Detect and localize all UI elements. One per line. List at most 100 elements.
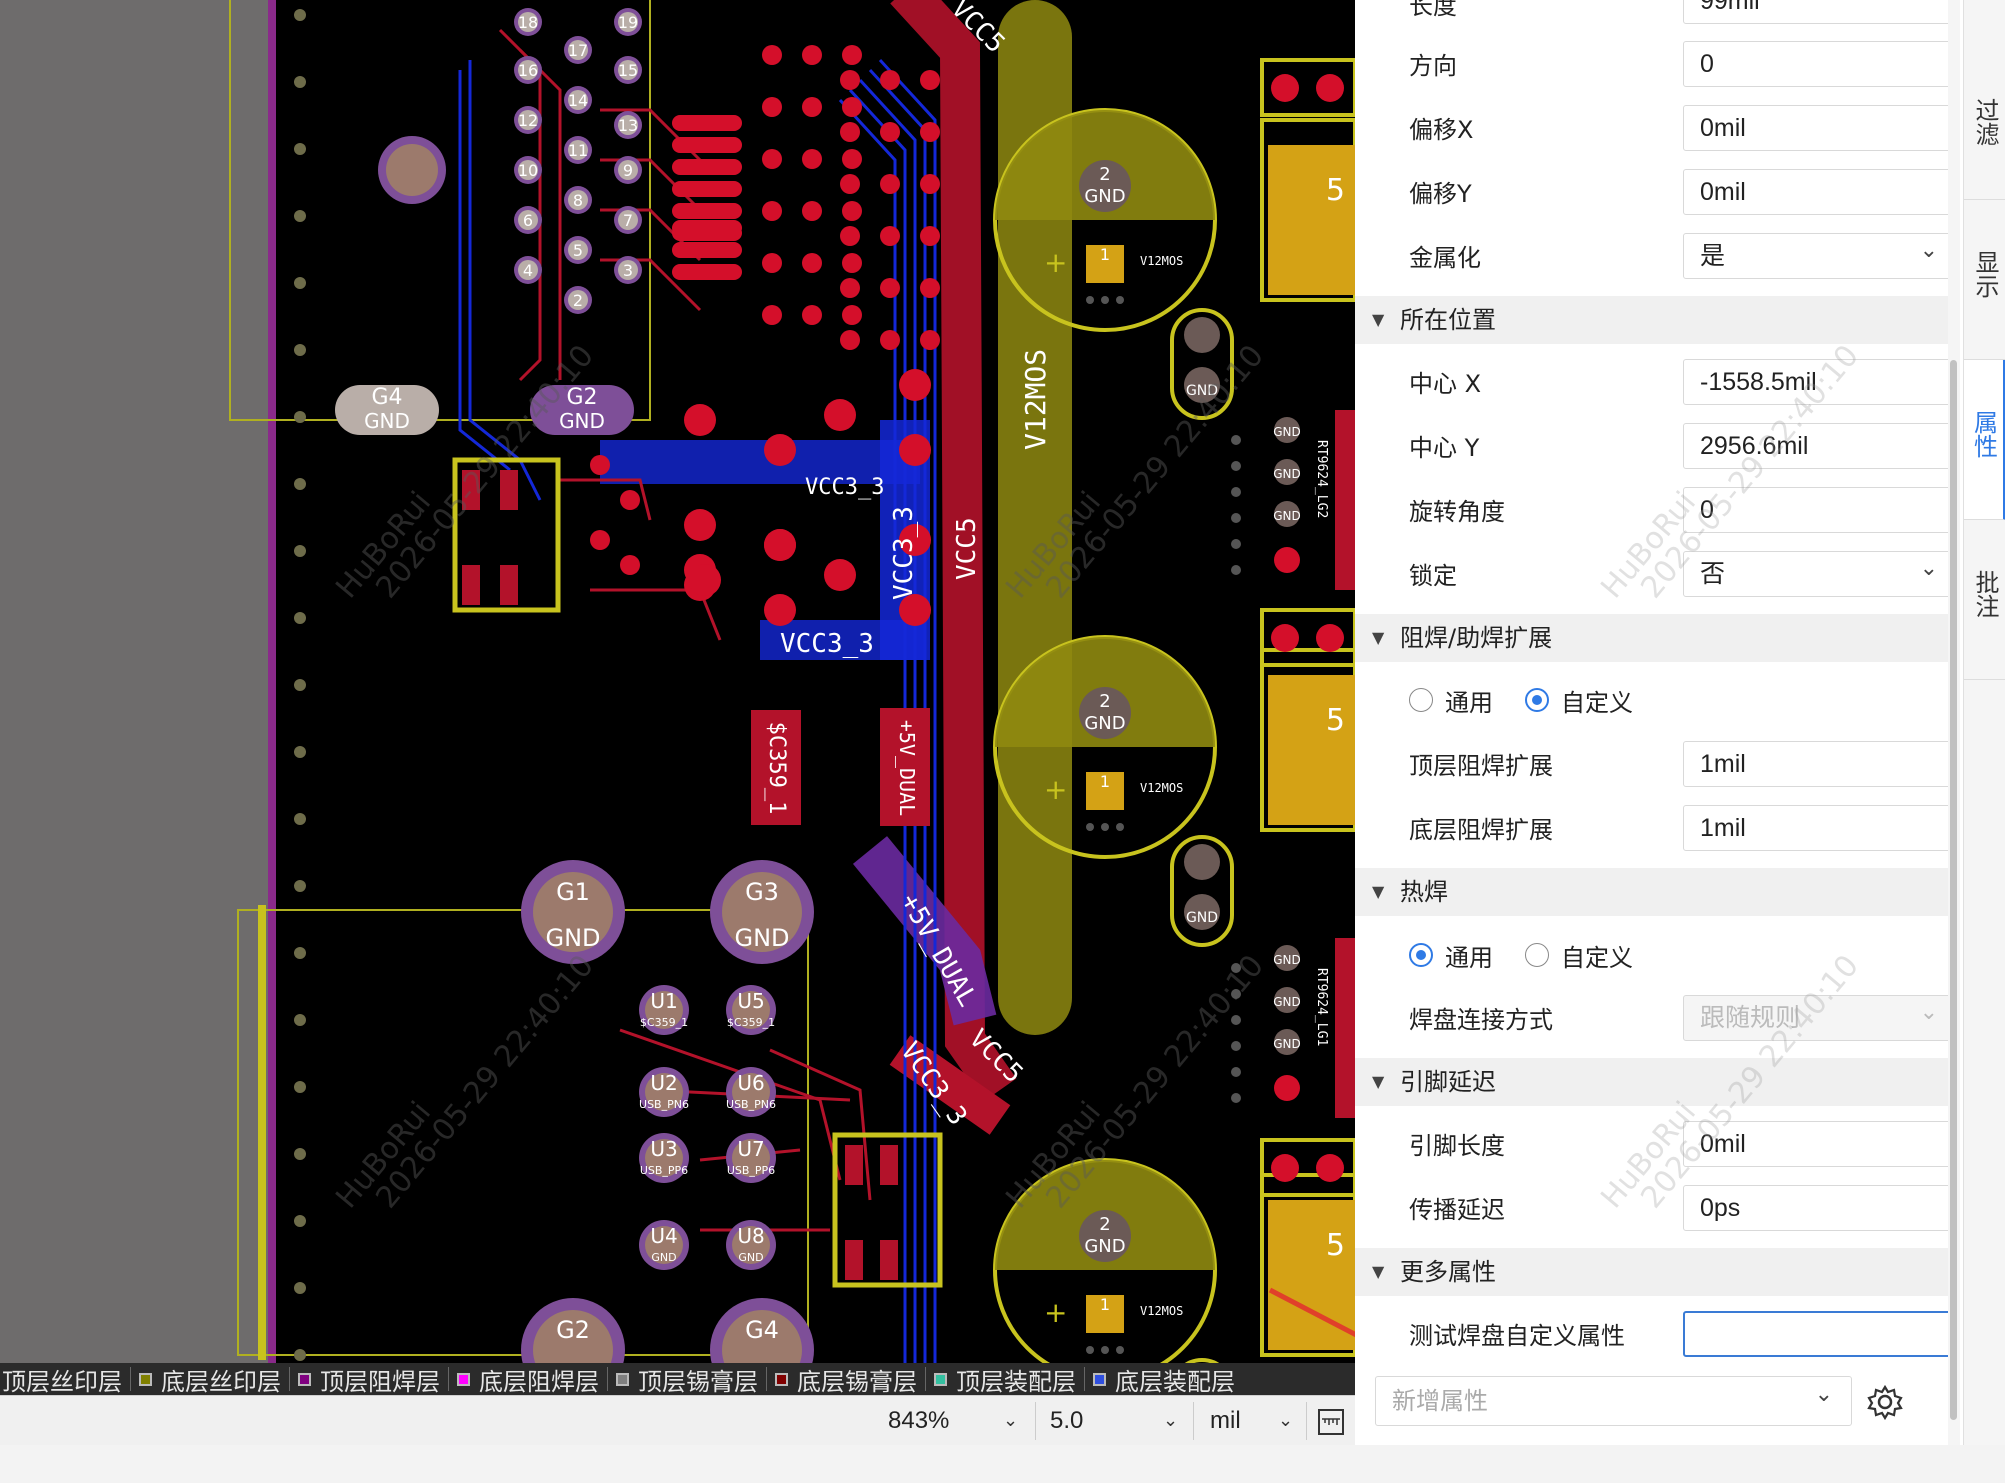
usb-pin-net: USB_PN6 [639, 1098, 689, 1111]
pcb-canvas[interactable]: 18 17 19 16 14 15 12 11 13 10 8 9 6 5 7 4 2 3 G4 GND G2 G… [0, 0, 1355, 1395]
connector-pin-number: 7 [623, 211, 633, 230]
section-more[interactable]: ▼ 更多属性 [1355, 1248, 1955, 1296]
through-pad [764, 594, 796, 626]
add-attribute-select[interactable]: 新增属性 [1375, 1371, 1852, 1426]
center-y-field[interactable]: 2956.6mil [1683, 423, 1955, 469]
layer-item[interactable]: 底层阻焊层 [449, 1363, 607, 1395]
ruler-icon[interactable] [1318, 1409, 1344, 1435]
pcb-drawing[interactable]: 1817191614151211131089657423 G4 GND G2 G… [0, 0, 1355, 1395]
layer-color-swatch [934, 1372, 947, 1386]
via [1231, 1067, 1241, 1077]
layer-item[interactable]: 底层装配层 [1085, 1363, 1243, 1395]
unit-select[interactable]: mil [1210, 1404, 1241, 1438]
connector-pin-number: 15 [618, 61, 638, 80]
layer-color-swatch [457, 1372, 470, 1386]
layer-label: 顶层丝印层 [2, 1367, 122, 1396]
tab-display[interactable]: 显示 [1964, 200, 2005, 360]
small-pad [620, 555, 640, 575]
via [294, 545, 306, 557]
connector-pin-number: 5 [573, 241, 583, 260]
section-solder-mask[interactable]: ▼ 阻焊/助焊扩展 [1355, 614, 1955, 662]
layer-color-swatch [1093, 1372, 1106, 1386]
connector-pad [1316, 624, 1344, 652]
tab-annotations[interactable]: 批注 [1964, 520, 2005, 680]
smd-pad [762, 201, 782, 221]
usb-pin-name: U6 [737, 1071, 764, 1095]
propagation-delay-field[interactable]: 0ps [1683, 1185, 1955, 1231]
label-propagation-delay: 传播延迟 [1409, 1196, 1505, 1224]
section-thermal-title: 热焊 [1400, 878, 1448, 906]
label-pin-length: 引脚长度 [1409, 1132, 1505, 1160]
layer-item[interactable]: 底层丝印层 [131, 1363, 289, 1395]
section-pin-delay[interactable]: ▼ 引脚延迟 [1355, 1058, 1955, 1106]
smd-pad [840, 278, 860, 298]
layer-item[interactable]: 顶层丝印层 [0, 1363, 130, 1396]
ic-pad [845, 1145, 863, 1185]
ic-pad-net: GND [1273, 467, 1301, 481]
through-pad [764, 434, 796, 466]
ic-pad-net: GND [1273, 953, 1301, 967]
connector-pad [1316, 1154, 1344, 1182]
label-g2-net: GND [559, 409, 605, 433]
top-mask-field[interactable]: 1mil [1683, 741, 1955, 787]
tab-properties-label: 属性 [1969, 410, 1998, 458]
regulator-tab [1268, 145, 1355, 295]
center-x-field[interactable]: -1558.5mil [1683, 359, 1955, 405]
smd-pad [920, 174, 940, 194]
mosfet-pin-net: GND [1084, 1236, 1125, 1257]
gear-icon[interactable] [1865, 1382, 1905, 1422]
plated-select[interactable]: 是 [1683, 228, 1955, 279]
unit-chevron-down-icon[interactable]: ⌄ [1278, 1410, 1293, 1431]
tab-properties[interactable]: 属性 [1964, 360, 2005, 520]
polarity-plus: + [1044, 773, 1067, 806]
tab-filter[interactable]: 过滤 [1964, 70, 2005, 200]
mosfet-net-label: V12MOS [1140, 781, 1183, 795]
ic-pad-net: GND [1273, 509, 1301, 523]
connector-pin-number: 13 [618, 116, 638, 135]
bottom-mask-field[interactable]: 1mil [1683, 805, 1955, 851]
layer-item[interactable]: 顶层锡膏层 [608, 1363, 766, 1395]
direction-field[interactable]: 0 [1683, 41, 1955, 87]
layer-item[interactable]: 顶层装配层 [926, 1363, 1084, 1395]
small-pad [1184, 317, 1220, 353]
layer-item[interactable]: 顶层阻焊层 [290, 1363, 448, 1395]
zoom-value: 843% [888, 1407, 950, 1434]
via [294, 1349, 306, 1361]
mount-hole-name: G3 [745, 878, 779, 906]
panel-scrollbar-thumb[interactable] [1950, 360, 1957, 1420]
rotation-field[interactable]: 0 [1683, 487, 1955, 533]
label-vcc3_3: VCC3_3 [780, 629, 874, 659]
offset-x-field[interactable]: 0mil [1683, 105, 1955, 151]
zoom-chevron-down-icon[interactable]: ⌄ [1003, 1410, 1018, 1431]
smd-pad [842, 45, 862, 65]
length-field[interactable]: 99mil [1683, 0, 1955, 24]
label-vcc5: VCC5 [952, 517, 982, 580]
custom-attr-field[interactable] [1683, 1311, 1955, 1357]
grid-chevron-down-icon[interactable]: ⌄ [1163, 1410, 1178, 1431]
label-custom-attr: 测试焊盘自定义属性 [1409, 1322, 1625, 1350]
connector-pad [1271, 624, 1299, 652]
section-position[interactable]: ▼ 所在位置 [1355, 296, 1955, 344]
layer-item[interactable]: 底层锡膏层 [767, 1363, 925, 1395]
via [294, 1215, 306, 1227]
thermal-radio-general[interactable]: 通用 [1409, 935, 1493, 975]
usb-pin-name: U7 [737, 1137, 764, 1161]
solder-radio-custom[interactable]: 自定义 [1525, 680, 1633, 720]
tab-display-label: 显示 [1971, 250, 1999, 298]
pad-connection-select[interactable]: 跟随规则 [1683, 990, 1955, 1041]
usb-pin-net: USB_PP6 [640, 1164, 688, 1177]
ic-pad [500, 565, 518, 605]
thermal-radio-custom[interactable]: 自定义 [1525, 935, 1633, 975]
zoom-readout[interactable]: 843% [888, 1404, 949, 1438]
section-thermal[interactable]: ▼ 热焊 [1355, 868, 1955, 916]
offset-y-field[interactable]: 0mil [1683, 169, 1955, 215]
radio-label: 通用 [1445, 943, 1493, 972]
pin-length-field[interactable]: 0mil [1683, 1121, 1955, 1167]
grid-size-select[interactable]: 5.0 [1050, 1404, 1083, 1438]
polarity-plus: + [1044, 1296, 1067, 1329]
solder-radio-general[interactable]: 通用 [1409, 680, 1493, 720]
label-center-y: 中心 Y [1409, 434, 1480, 462]
lock-select[interactable]: 否 [1683, 546, 1955, 597]
connector-pin-number: 17 [568, 41, 588, 60]
smd-pad [920, 70, 940, 90]
